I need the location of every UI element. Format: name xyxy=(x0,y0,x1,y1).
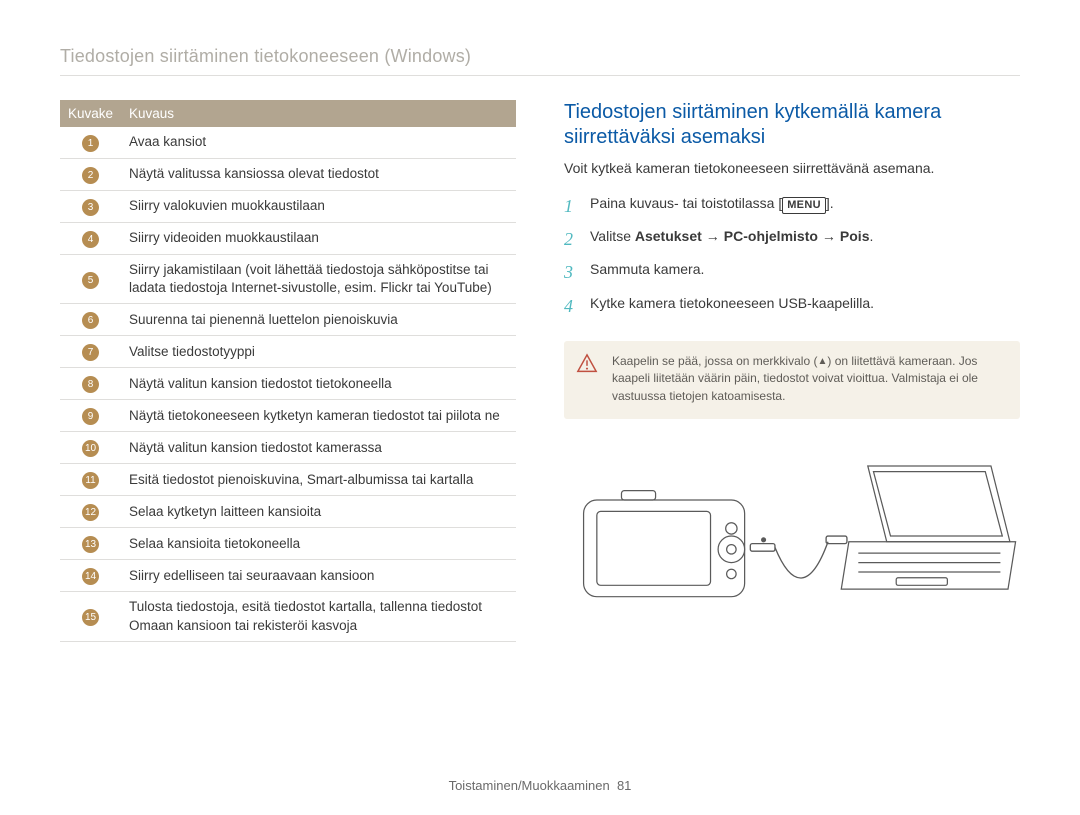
row-desc-cell: Valitse tiedostotyyppi xyxy=(121,336,516,368)
row-desc-cell: Näytä tietokoneeseen kytketyn kameran ti… xyxy=(121,400,516,432)
row-desc-cell: Tulosta tiedostoja, esitä tiedostot kart… xyxy=(121,592,516,641)
warning-text: Kaapelin se pää, jossa on merkkivalo (▲)… xyxy=(612,354,978,403)
table-row: 9 Näytä tietokoneeseen kytketyn kameran t… xyxy=(60,400,516,432)
icon-description-table: Kuvake Kuvaus 1 Avaa kansiot 2 Näytä valitu… xyxy=(60,100,516,642)
warning-icon xyxy=(576,353,598,375)
row-desc-cell: Siirry edelliseen tai seuraavaan kansioo… xyxy=(121,560,516,592)
row-desc-cell: Siirry videoiden muokkaustilaan xyxy=(121,223,516,255)
row-icon-cell: 1 xyxy=(60,127,121,159)
table-row: 6 Suurenna tai pienennä luettelon pienois… xyxy=(60,304,516,336)
number-badge: 12 xyxy=(82,504,99,521)
row-desc-cell: Avaa kansiot xyxy=(121,127,516,159)
number-badge: 10 xyxy=(82,440,99,457)
row-icon-cell: 2 xyxy=(60,159,121,191)
menu-button-label: MENU xyxy=(782,197,826,214)
row-icon-cell: 11 xyxy=(60,464,121,496)
table-row: 4 Siirry videoiden muokkaustilaan xyxy=(60,223,516,255)
number-badge: 8 xyxy=(82,376,99,393)
arrow-icon: → xyxy=(818,228,840,244)
row-icon-cell: 8 xyxy=(60,368,121,400)
number-badge: 13 xyxy=(82,536,99,553)
step: 2 Valitse Asetukset→PC-ohjelmisto→Pois. xyxy=(564,227,1020,252)
number-badge: 15 xyxy=(82,609,99,626)
step: 3 Sammuta kamera. xyxy=(564,260,1020,285)
icon-description-table-container: Kuvake Kuvaus 1 Avaa kansiot 2 Näytä valitu… xyxy=(60,100,516,642)
number-badge: 14 xyxy=(82,568,99,585)
table-row: 10 Näytä valitun kansion tiedostot kamera… xyxy=(60,432,516,464)
row-desc-cell: Siirry valokuvien muokkaustilaan xyxy=(121,191,516,223)
table-row: 14 Siirry edelliseen tai seuraavaan kansi… xyxy=(60,560,516,592)
row-icon-cell: 5 xyxy=(60,255,121,304)
table-row: 15 Tulosta tiedostoja, esitä tiedostot ka… xyxy=(60,592,516,641)
number-badge: 5 xyxy=(82,272,99,289)
table-head-desc: Kuvaus xyxy=(121,100,516,127)
page-title: Tiedostojen siirtäminen tietokoneeseen (… xyxy=(60,46,1020,76)
step-number: 2 xyxy=(564,227,580,252)
row-icon-cell: 12 xyxy=(60,496,121,528)
step-text: Sammuta kamera. xyxy=(590,260,704,280)
row-desc-cell: Esitä tiedostot pienoiskuvina, Smart-alb… xyxy=(121,464,516,496)
section-title: Tiedostojen siirtäminen kytkemällä kamer… xyxy=(564,100,1020,150)
table-row: 13 Selaa kansioita tietokoneella xyxy=(60,528,516,560)
step-number: 3 xyxy=(564,260,580,285)
row-icon-cell: 14 xyxy=(60,560,121,592)
number-badge: 6 xyxy=(82,312,99,329)
section-intro: Voit kytkeä kameran tietokoneeseen siirr… xyxy=(564,160,1020,176)
camera-laptop-usb-illustration xyxy=(564,447,1020,627)
table-row: 8 Näytä valitun kansion tiedostot tietoko… xyxy=(60,368,516,400)
step-text: Valitse Asetukset→PC-ohjelmisto→Pois. xyxy=(590,227,873,247)
table-row: 12 Selaa kytketyn laitteen kansioita xyxy=(60,496,516,528)
step: 4 Kytke kamera tietokoneeseen USB-kaapeli… xyxy=(564,294,1020,319)
steps-list: 1 Paina kuvaus- tai toistotilassa [MENU].… xyxy=(564,194,1020,319)
row-desc-cell: Näytä valitun kansion tiedostot kamerass… xyxy=(121,432,516,464)
step-number: 4 xyxy=(564,294,580,319)
row-icon-cell: 9 xyxy=(60,400,121,432)
footer-section: Toistaminen/Muokkaaminen xyxy=(449,778,610,793)
page-footer: Toistaminen/Muokkaaminen 81 xyxy=(0,778,1080,793)
table-row: 3 Siirry valokuvien muokkaustilaan xyxy=(60,191,516,223)
menu-path-segment: Asetukset xyxy=(635,228,702,244)
number-badge: 3 xyxy=(82,199,99,216)
row-icon-cell: 4 xyxy=(60,223,121,255)
warning-note: Kaapelin se pää, jossa on merkkivalo (▲)… xyxy=(564,341,1020,419)
menu-path-segment: Pois xyxy=(840,228,870,244)
row-desc-cell: Siirry jakamistilaan (voit lähettää tied… xyxy=(121,255,516,304)
row-icon-cell: 7 xyxy=(60,336,121,368)
row-icon-cell: 15 xyxy=(60,592,121,641)
row-icon-cell: 6 xyxy=(60,304,121,336)
step: 1 Paina kuvaus- tai toistotilassa [MENU]. xyxy=(564,194,1020,219)
table-row: 11 Esitä tiedostot pienoiskuvina, Smart-a… xyxy=(60,464,516,496)
step-text: Kytke kamera tietokoneeseen USB-kaapelil… xyxy=(590,294,874,314)
menu-path-segment: PC-ohjelmisto xyxy=(724,228,818,244)
number-badge: 2 xyxy=(82,167,99,184)
row-desc-cell: Suurenna tai pienennä luettelon pienoisk… xyxy=(121,304,516,336)
row-desc-cell: Näytä valitussa kansiossa olevat tiedost… xyxy=(121,159,516,191)
row-desc-cell: Näytä valitun kansion tiedostot tietokon… xyxy=(121,368,516,400)
step-number: 1 xyxy=(564,194,580,219)
row-icon-cell: 3 xyxy=(60,191,121,223)
row-icon-cell: 13 xyxy=(60,528,121,560)
row-icon-cell: 10 xyxy=(60,432,121,464)
number-badge: 1 xyxy=(82,135,99,152)
number-badge: 11 xyxy=(82,472,99,489)
number-badge: 9 xyxy=(82,408,99,425)
number-badge: 4 xyxy=(82,231,99,248)
table-head-icon: Kuvake xyxy=(60,100,121,127)
table-row: 7 Valitse tiedostotyyppi xyxy=(60,336,516,368)
arrow-icon: → xyxy=(702,228,724,244)
footer-page-number: 81 xyxy=(617,778,631,793)
table-row: 2 Näytä valitussa kansiossa olevat tiedos… xyxy=(60,159,516,191)
triangle-icon: ▲ xyxy=(817,355,827,370)
row-desc-cell: Selaa kytketyn laitteen kansioita xyxy=(121,496,516,528)
row-desc-cell: Selaa kansioita tietokoneella xyxy=(121,528,516,560)
number-badge: 7 xyxy=(82,344,99,361)
table-row: 1 Avaa kansiot xyxy=(60,127,516,159)
table-row: 5 Siirry jakamistilaan (voit lähettää tie… xyxy=(60,255,516,304)
step-text: Paina kuvaus- tai toistotilassa [MENU]. xyxy=(590,194,834,214)
